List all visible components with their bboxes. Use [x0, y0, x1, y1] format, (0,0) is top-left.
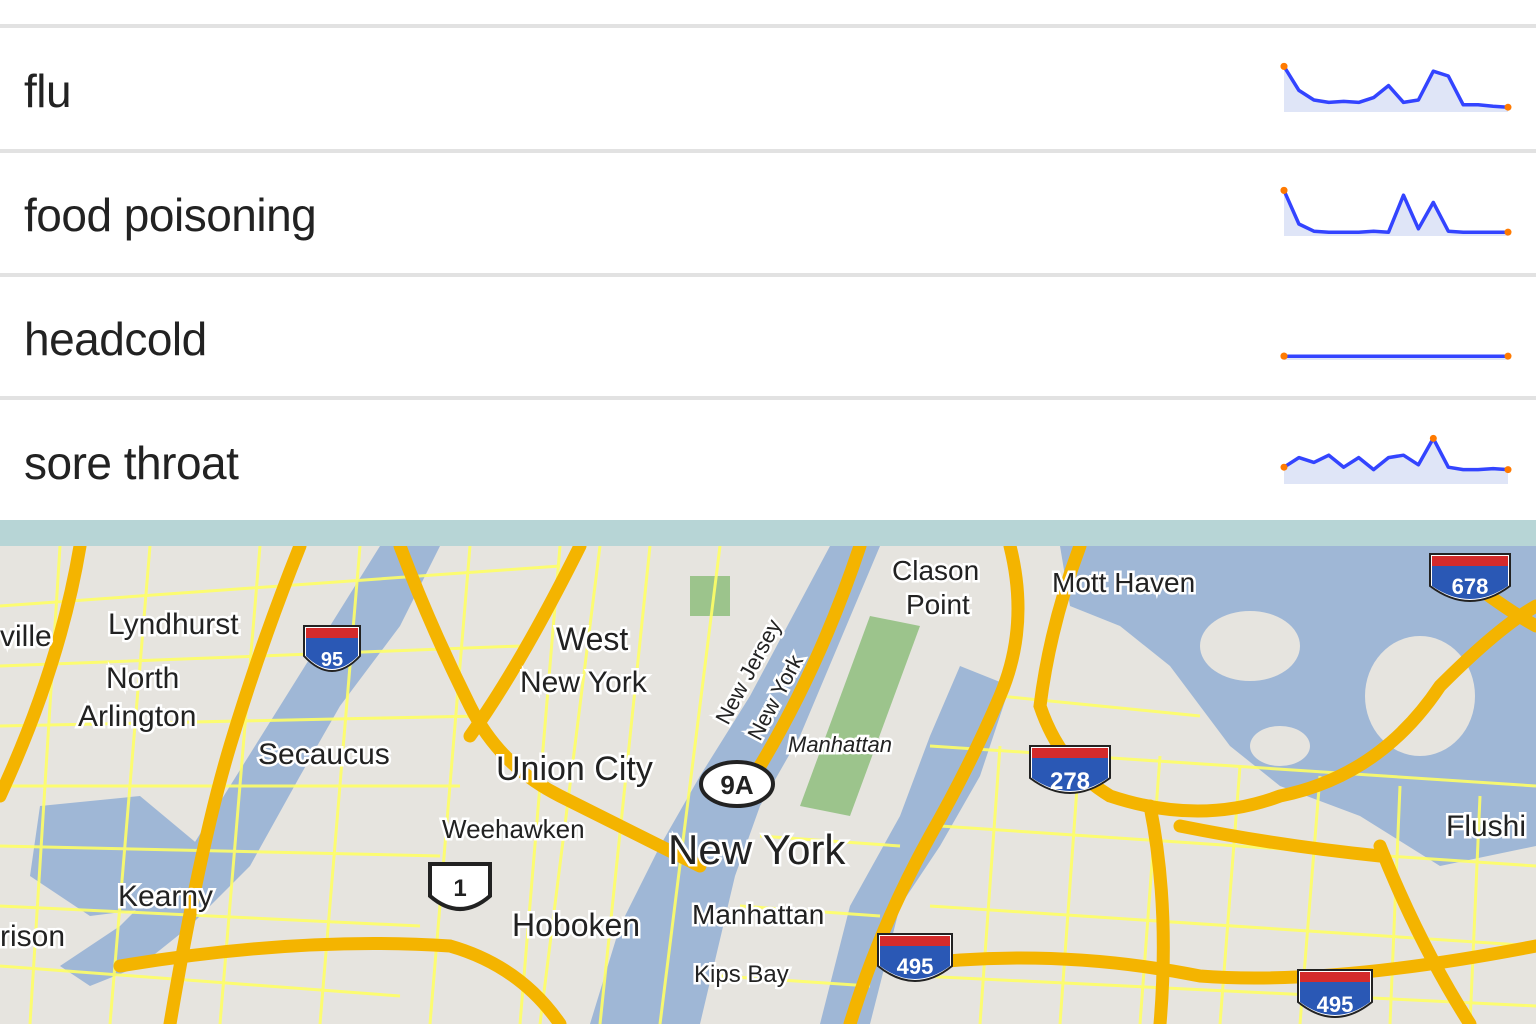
- shield-number: 95: [321, 649, 343, 671]
- island: [1365, 636, 1475, 756]
- us-1-shield: 1: [428, 862, 492, 911]
- place-label: Clason: [892, 555, 979, 586]
- place-label: rison: [0, 920, 65, 953]
- place-label: ville: [0, 620, 52, 653]
- island: [1200, 611, 1300, 681]
- place-label: Weehawken: [442, 814, 585, 844]
- sparkline-marker: [1504, 352, 1512, 360]
- divider: [0, 149, 1536, 153]
- place-label: North: [106, 662, 179, 695]
- place-label: Secaucus: [258, 738, 390, 771]
- interstate-495-shield: 495: [1297, 969, 1373, 1018]
- trend-sparkline: [1280, 62, 1512, 112]
- sparkline-marker: [1280, 463, 1288, 471]
- shield-number: 678: [1452, 574, 1489, 599]
- route-9a-shield: 9A: [699, 760, 775, 808]
- place-label: New York: [520, 666, 648, 699]
- list-item[interactable]: flu: [0, 30, 1536, 148]
- place-label: Kips Bay: [694, 961, 789, 988]
- shield-number: 9A: [720, 770, 753, 800]
- place-label: Point: [906, 589, 970, 620]
- shield-number: 495: [897, 954, 934, 979]
- list-item[interactable]: sore throat: [0, 402, 1536, 520]
- place-label: Arlington: [78, 700, 196, 733]
- place-label: Manhattan: [788, 732, 892, 757]
- divider: [0, 273, 1536, 277]
- trend-sparkline: [1280, 352, 1512, 360]
- sparkline-marker: [1280, 62, 1288, 70]
- place-label: Manhattan: [692, 899, 824, 930]
- list-item[interactable]: food poisoning: [0, 154, 1536, 272]
- shield-number: 278: [1050, 768, 1090, 795]
- search-term: headcold: [24, 313, 207, 365]
- map-view[interactable]: 95 278 495 495 678 9A 1 Lyndhurst North …: [0, 546, 1536, 1024]
- divider: [0, 396, 1536, 400]
- list-item[interactable]: headcold: [0, 278, 1536, 396]
- shield-number: 1: [453, 875, 466, 902]
- trend-sparkline: [1280, 186, 1512, 236]
- sparkline-marker: [1504, 103, 1512, 111]
- search-term: food poisoning: [24, 189, 317, 241]
- map-canvas[interactable]: 95 278 495 495 678 9A 1 Lyndhurst North …: [0, 546, 1536, 1024]
- place-label: Flushi: [1446, 810, 1526, 843]
- interstate-495-shield: 495: [877, 933, 953, 982]
- interstate-678-shield: 678: [1429, 553, 1511, 602]
- trend-sparkline: [1280, 434, 1512, 484]
- place-label: Lyndhurst: [108, 608, 239, 641]
- park: [690, 576, 730, 616]
- interstate-95-shield: 95: [303, 625, 361, 672]
- place-label: West: [556, 621, 628, 657]
- results-list: flu food poisoning headcold sore throat: [0, 0, 1536, 522]
- place-label: Kearny: [118, 880, 213, 913]
- sparkline-marker: [1429, 434, 1437, 442]
- island: [1250, 726, 1310, 766]
- shield-number: 495: [1317, 992, 1354, 1017]
- sparkline-marker: [1280, 352, 1288, 360]
- place-label: Mott Haven: [1052, 567, 1195, 598]
- panel-edge: [0, 520, 1536, 546]
- place-label: Hoboken: [512, 907, 640, 943]
- sparkline-marker: [1280, 186, 1288, 194]
- divider: [0, 24, 1536, 28]
- search-term: flu: [24, 65, 72, 117]
- sparkline-marker: [1504, 228, 1512, 236]
- place-label: New York: [668, 826, 846, 873]
- place-label: Union City: [496, 750, 653, 788]
- search-term: sore throat: [24, 437, 239, 489]
- sparkline-marker: [1504, 466, 1512, 474]
